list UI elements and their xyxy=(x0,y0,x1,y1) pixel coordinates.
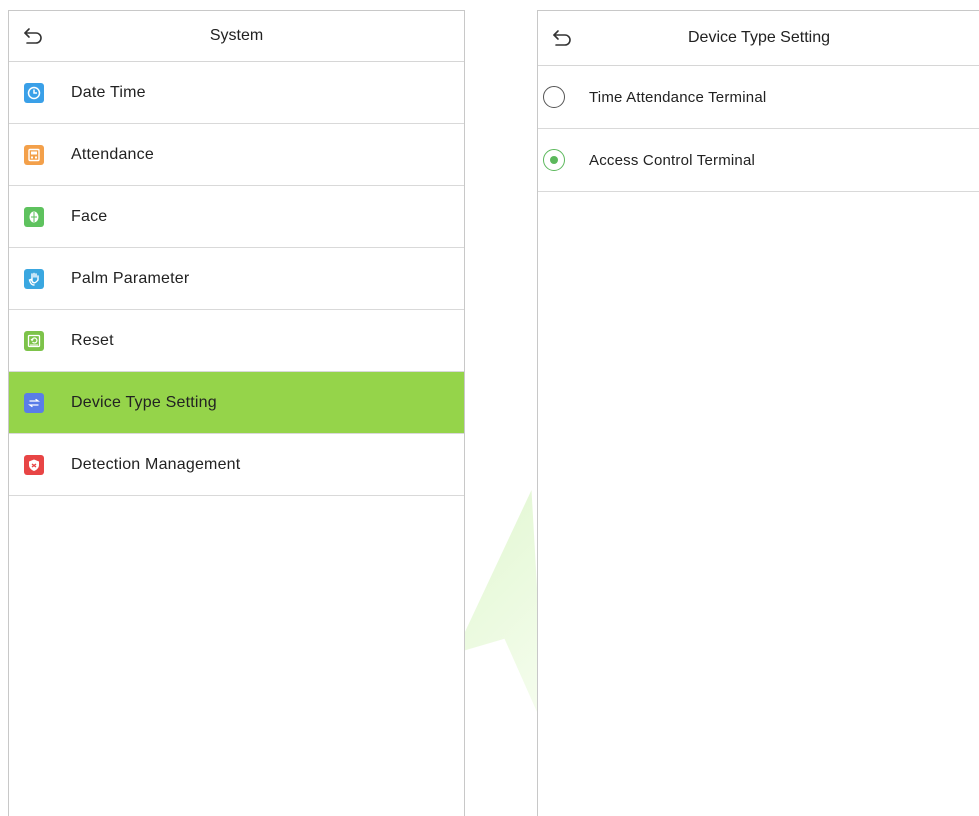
device-type-header: Device Type Setting xyxy=(538,11,979,66)
device-type-screen: Device Type Setting Time Attendance Term… xyxy=(537,10,979,816)
menu-item-detection-management[interactable]: Detection Management xyxy=(9,434,464,496)
menu-item-palm-parameter[interactable]: Palm Parameter xyxy=(9,248,464,310)
palm-icon xyxy=(24,268,44,289)
swap-icon xyxy=(24,392,44,413)
menu-item-label: Face xyxy=(71,207,108,225)
reset-icon xyxy=(24,330,44,351)
menu-item-label: Attendance xyxy=(71,145,154,163)
background-watermark xyxy=(455,490,545,730)
menu-item-label: Palm Parameter xyxy=(71,269,190,287)
system-header: System xyxy=(9,11,464,62)
face-icon xyxy=(24,206,44,227)
back-arrow-icon[interactable] xyxy=(550,26,574,50)
menu-item-label: Date Time xyxy=(71,83,146,101)
shield-icon xyxy=(24,454,44,475)
menu-item-device-type-setting[interactable]: Device Type Setting xyxy=(9,372,464,434)
back-arrow-icon[interactable] xyxy=(21,24,45,48)
menu-item-label: Detection Management xyxy=(71,455,241,473)
option-label: Time Attendance Terminal xyxy=(589,88,767,106)
clock-icon xyxy=(24,82,44,103)
attendance-icon xyxy=(24,144,44,165)
option-time-attendance-terminal[interactable]: Time Attendance Terminal xyxy=(538,66,979,129)
option-label: Access Control Terminal xyxy=(589,151,756,169)
menu-item-label: Device Type Setting xyxy=(71,393,217,411)
option-access-control-terminal[interactable]: Access Control Terminal xyxy=(538,129,979,192)
page-title: System xyxy=(209,27,264,44)
menu-item-attendance[interactable]: Attendance xyxy=(9,124,464,186)
radio-dot xyxy=(550,156,558,164)
menu-item-face[interactable]: Face xyxy=(9,186,464,248)
menu-item-label: Reset xyxy=(71,331,114,349)
page-title: Device Type Setting xyxy=(687,29,830,46)
system-screen: System Date Time Attendance Face Palm Pa… xyxy=(8,10,465,816)
menu-item-date-time[interactable]: Date Time xyxy=(9,62,464,124)
menu-item-reset[interactable]: Reset xyxy=(9,310,464,372)
radio-unchecked[interactable] xyxy=(543,86,565,108)
radio-checked[interactable] xyxy=(543,149,565,171)
